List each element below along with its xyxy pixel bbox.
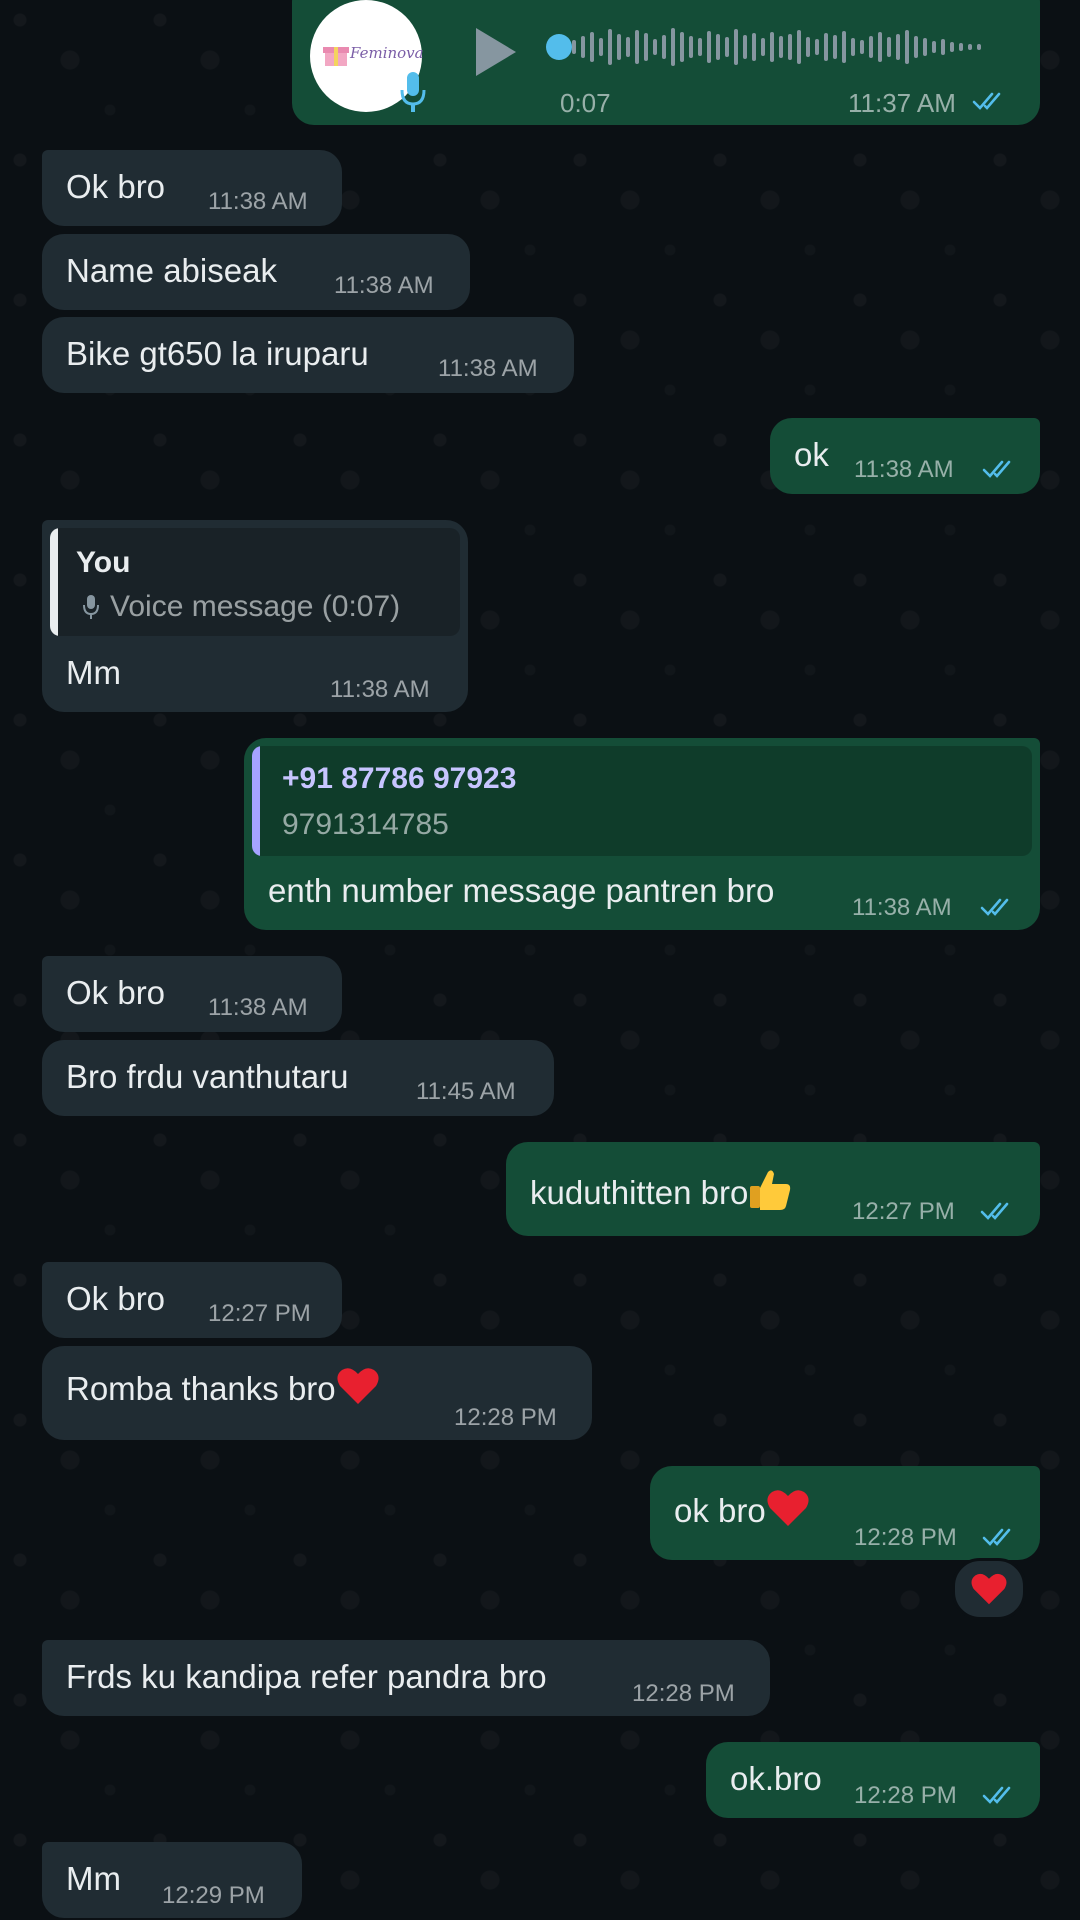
- incoming-message[interactable]: Romba thanks bro 12:28 PM: [42, 1346, 592, 1440]
- message-text: ok bro: [674, 1488, 810, 1530]
- message-text: Ok bro: [66, 1280, 166, 1317]
- incoming-message[interactable]: Name abiseak 11:38 AM: [42, 234, 470, 310]
- message-time: 12:28 PM: [632, 1680, 735, 1707]
- message-text: Romba thanks bro: [66, 1366, 380, 1408]
- red-heart-icon: [337, 1368, 379, 1404]
- quote-text: 9791314785: [282, 808, 449, 841]
- message-time: 12:27 PM: [208, 1300, 311, 1327]
- message-text: Bro frdu vanthutaru: [66, 1058, 349, 1095]
- read-receipt-icon: [982, 1784, 1016, 1806]
- incoming-message[interactable]: Bike gt650 la iruparu 11:38 AM: [42, 317, 574, 393]
- message-text: enth number message pantren bro: [268, 872, 775, 909]
- incoming-message[interactable]: Mm 12:29 PM: [42, 1842, 302, 1918]
- incoming-message[interactable]: You Voice message (0:07) Mm 11:38 AM: [42, 520, 468, 712]
- outgoing-message[interactable]: kuduthitten bro 12:27 PM: [506, 1142, 1040, 1236]
- quoted-message[interactable]: +91 87786 97923 9791314785: [252, 746, 1032, 856]
- thumbs-up-icon: [750, 1170, 791, 1210]
- voice-avatar: Feminova: [310, 0, 426, 112]
- message-time: 11:45 AM: [416, 1078, 516, 1105]
- message-text: ok: [794, 436, 829, 473]
- read-receipt-icon: [980, 1200, 1014, 1222]
- quote-author: +91 87786 97923: [282, 762, 517, 795]
- message-time: 11:38 AM: [208, 994, 308, 1021]
- message-time: 11:38 AM: [852, 894, 952, 921]
- read-receipt-icon: [982, 458, 1016, 480]
- read-receipt-icon: [972, 90, 1006, 112]
- message-text: Mm: [66, 654, 121, 691]
- incoming-message[interactable]: Ok bro 11:38 AM: [42, 956, 342, 1032]
- message-time: 11:38 AM: [330, 676, 430, 703]
- quote-author: You: [76, 546, 131, 579]
- incoming-message[interactable]: Ok bro 12:27 PM: [42, 1262, 342, 1338]
- message-text: kuduthitten bro: [530, 1166, 792, 1212]
- message-time: 11:38 AM: [854, 456, 954, 483]
- message-text: Ok bro: [66, 974, 166, 1011]
- play-icon[interactable]: [472, 26, 520, 78]
- message-time: 12:27 PM: [852, 1198, 955, 1225]
- voice-duration: 0:07: [560, 88, 611, 118]
- message-time: 12:29 PM: [162, 1882, 265, 1909]
- read-receipt-icon: [982, 1526, 1016, 1548]
- reaction-badge[interactable]: [952, 1558, 1026, 1620]
- avatar-brand-text: Feminova: [350, 44, 424, 62]
- message-time: 11:37 AM: [848, 88, 956, 118]
- quoted-message[interactable]: You Voice message (0:07): [50, 528, 460, 636]
- message-time: 12:28 PM: [854, 1524, 957, 1551]
- voice-progress-dot[interactable]: [546, 34, 572, 60]
- message-text: Name abiseak: [66, 252, 277, 289]
- message-time: 12:28 PM: [454, 1404, 557, 1431]
- red-heart-icon: [971, 1573, 1007, 1605]
- message-text: Frds ku kandipa refer pandra bro: [66, 1658, 547, 1695]
- microphone-icon: [400, 72, 426, 112]
- quote-text: Voice message (0:07): [110, 590, 401, 623]
- incoming-message[interactable]: Ok bro 11:38 AM: [42, 150, 342, 226]
- message-time: 11:38 AM: [438, 355, 538, 382]
- message-time: 11:38 AM: [334, 272, 434, 299]
- outgoing-message[interactable]: +91 87786 97923 9791314785 enth number m…: [244, 738, 1040, 930]
- message-text: Bike gt650 la iruparu: [66, 335, 369, 372]
- outgoing-message[interactable]: ok bro 12:28 PM: [650, 1466, 1040, 1560]
- message-time: 12:28 PM: [854, 1782, 957, 1809]
- message-text: Mm: [66, 1860, 121, 1897]
- incoming-message[interactable]: Frds ku kandipa refer pandra bro 12:28 P…: [42, 1640, 770, 1716]
- voice-waveform[interactable]: [572, 22, 1002, 72]
- gift-icon: [323, 47, 349, 66]
- outgoing-message[interactable]: ok.bro 12:28 PM: [706, 1742, 1040, 1818]
- outgoing-message[interactable]: ok 11:38 AM: [770, 418, 1040, 494]
- incoming-message[interactable]: Bro frdu vanthutaru 11:45 AM: [42, 1040, 554, 1116]
- message-text: Ok bro: [66, 168, 166, 205]
- message-time: 11:38 AM: [208, 188, 308, 215]
- voice-message-bubble[interactable]: Feminova 0:07 11:37 AM: [292, 0, 1040, 125]
- red-heart-icon: [767, 1490, 809, 1526]
- microphone-icon: [83, 595, 99, 619]
- message-text: ok.bro: [730, 1760, 822, 1797]
- read-receipt-icon: [980, 896, 1014, 918]
